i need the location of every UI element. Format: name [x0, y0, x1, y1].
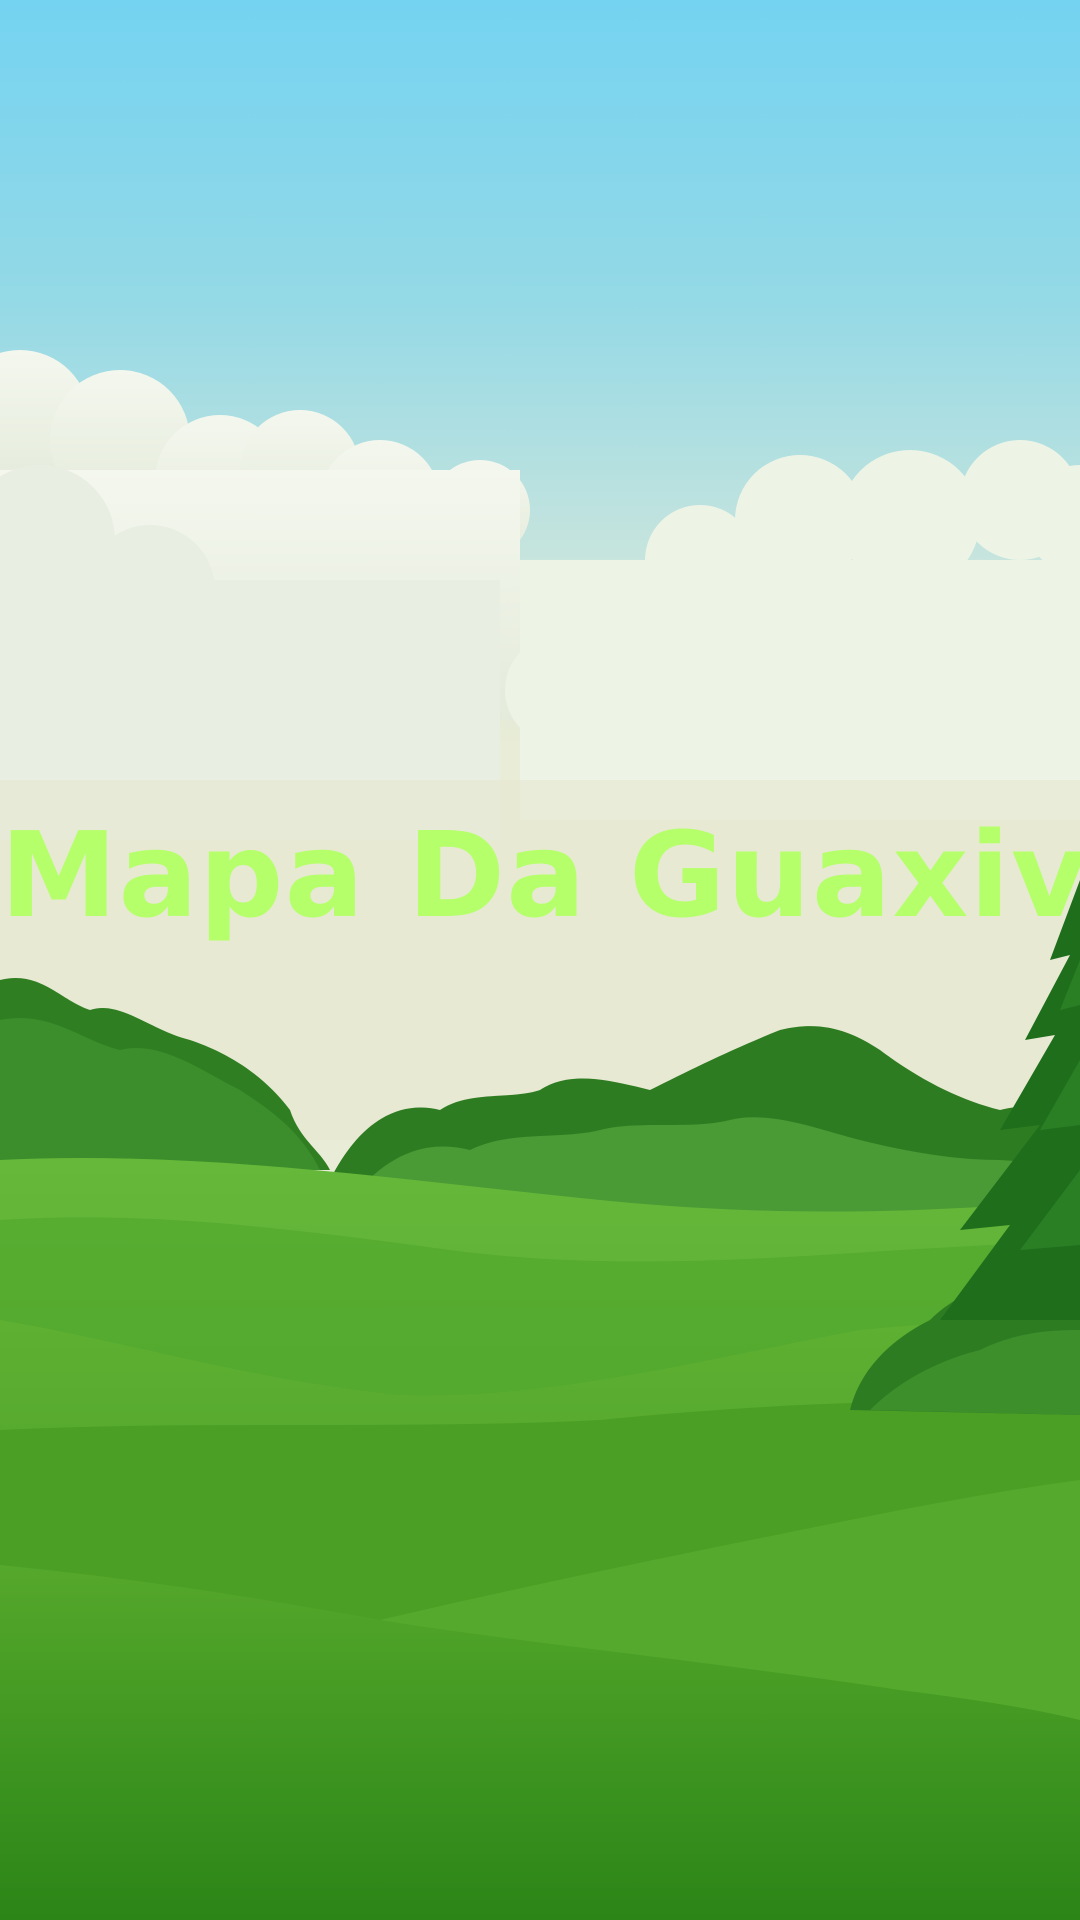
landscape-background	[0, 0, 1080, 1920]
game-title: Mapa Da Guaxiva	[0, 806, 1080, 944]
game-scene: Mapa Da Guaxiva	[0, 0, 1080, 1920]
